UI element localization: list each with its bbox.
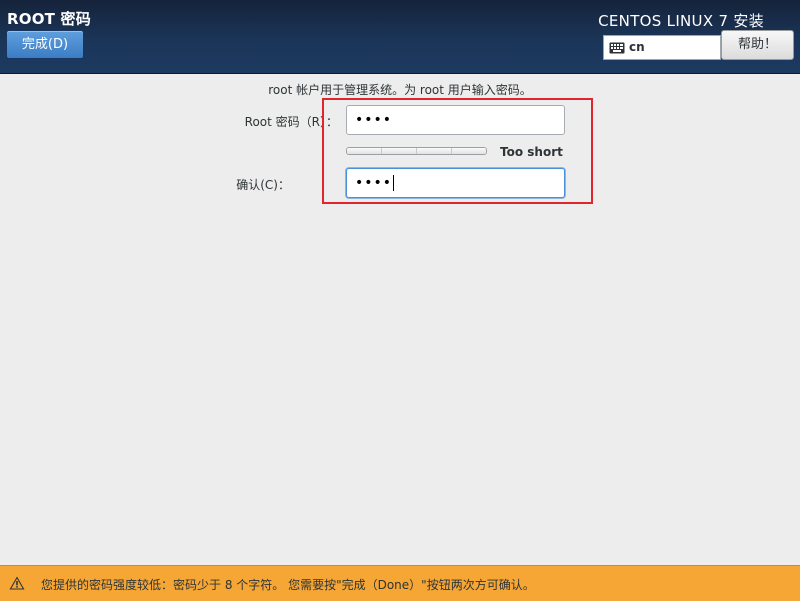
- page-title: ROOT 密码: [7, 10, 91, 28]
- warning-bar: 您提供的密码强度较低：密码少于 8 个字符。 您需要按"完成（Done）"按钮两…: [0, 565, 800, 601]
- annotation-highlight-box: [322, 98, 593, 204]
- product-title: CENTOS LINUX 7 安装: [598, 12, 764, 30]
- help-button[interactable]: 帮助！: [721, 30, 794, 60]
- warning-icon: [9, 576, 25, 590]
- warning-message: 您提供的密码强度较低：密码少于 8 个字符。 您需要按"完成（Done）"按钮两…: [41, 578, 535, 592]
- confirm-password-label: 确认(C)：: [236, 178, 290, 192]
- instruction-text: root 帐户用于管理系统。为 root 用户输入密码。: [268, 83, 532, 97]
- keyboard-layout-label: cn: [629, 40, 645, 54]
- keyboard-layout-indicator[interactable]: cn: [603, 35, 721, 60]
- done-button[interactable]: 完成(D): [6, 30, 84, 59]
- root-password-label: Root 密码（R）：: [244, 115, 338, 129]
- header-bar: ROOT 密码 完成(D) CENTOS LINUX 7 安装 cn 帮助！: [0, 0, 800, 74]
- keyboard-icon: [609, 42, 625, 54]
